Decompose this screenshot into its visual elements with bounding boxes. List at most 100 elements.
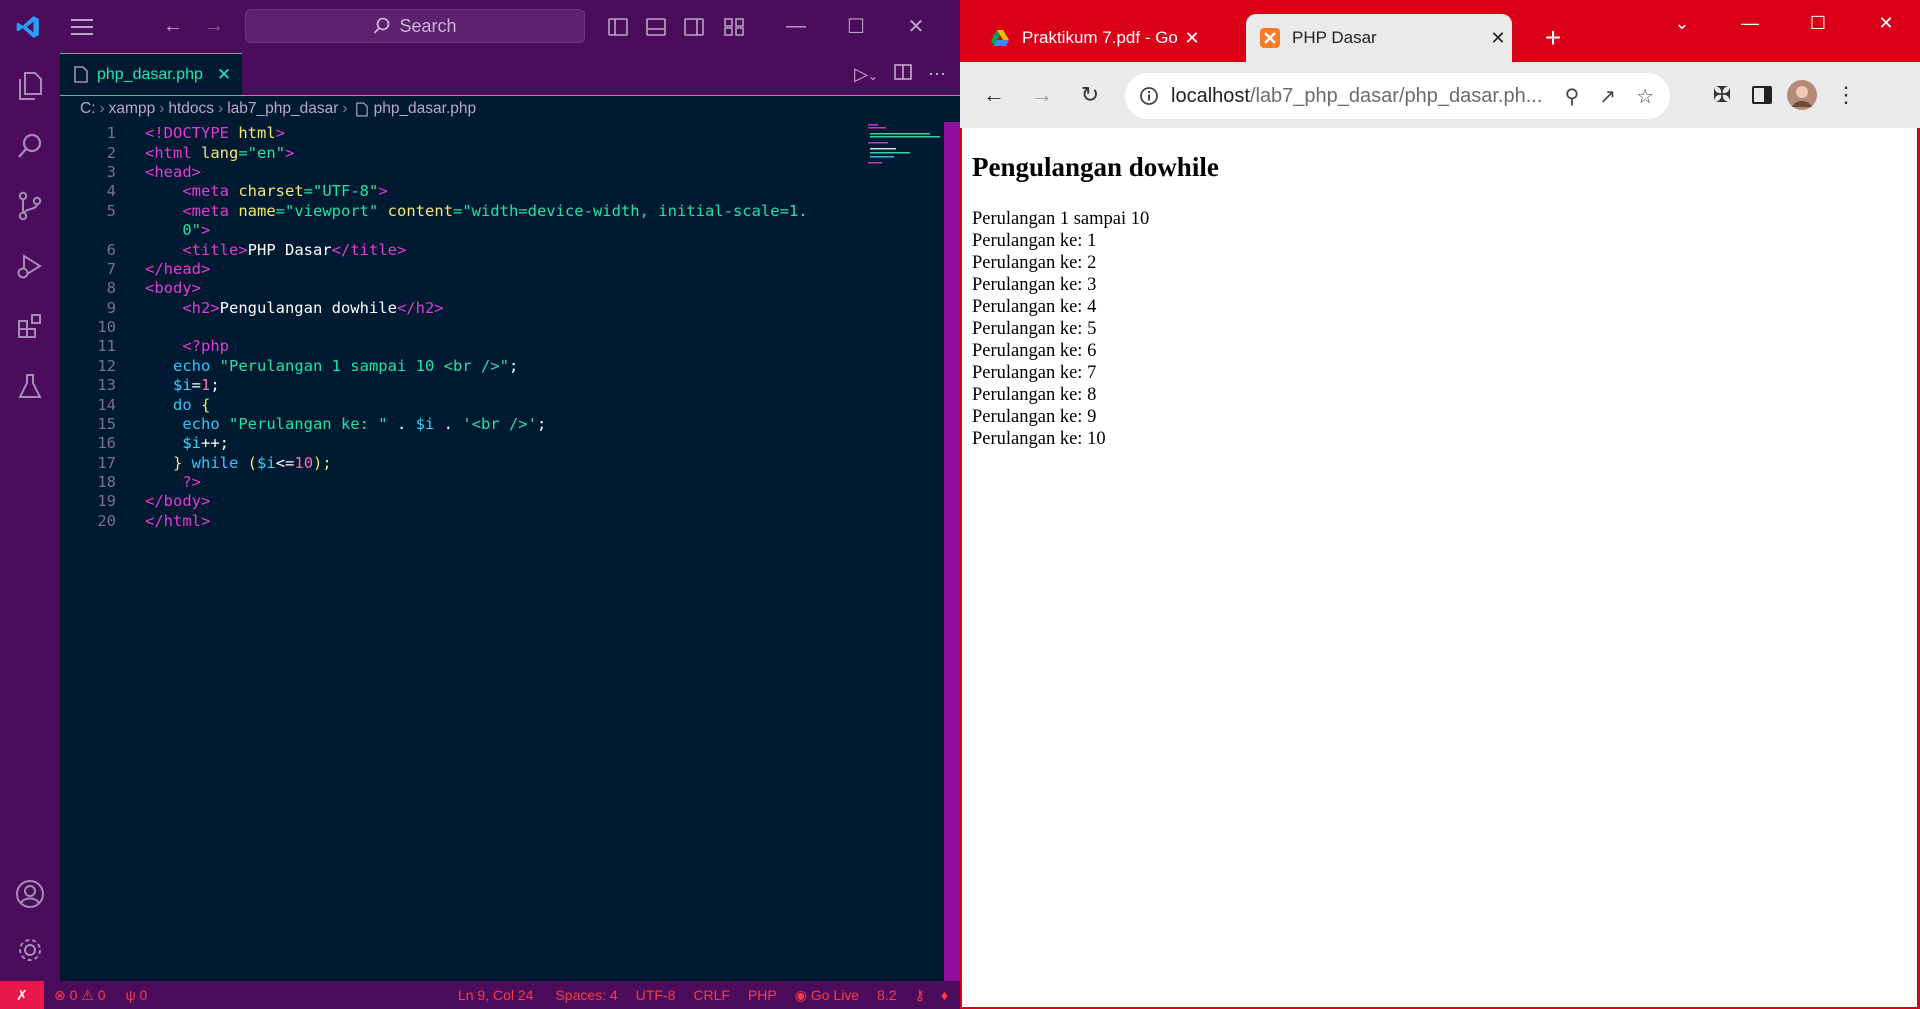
url-path: /lab7_php_dasar/php_dasar.ph... — [1249, 84, 1543, 107]
testing-icon[interactable] — [0, 361, 60, 411]
more-actions-icon[interactable]: ⋯ — [928, 64, 946, 85]
source-control-icon[interactable] — [0, 181, 60, 231]
output-line: Perulangan ke: 3 — [972, 275, 1097, 295]
language-mode[interactable]: PHP — [748, 987, 777, 1003]
status-bar: ✗ ⊗ 0 ⚠ 0 ψ 0 Ln 9, Col 24 Spaces: 4 UTF… — [0, 981, 960, 1009]
line-number: 11 — [97, 337, 116, 355]
line-number: 18 — [97, 473, 116, 491]
search-icon[interactable] — [0, 121, 60, 171]
go-live-button[interactable]: ◉ Go Live — [795, 987, 859, 1004]
code-line-wrapped: 0"> — [182, 221, 211, 239]
line-number: 12 — [97, 357, 116, 375]
chevron-right-icon: › — [159, 100, 165, 117]
tab-php-dasar[interactable]: php_dasar.php ✕ — [60, 53, 242, 95]
code-line: <html lang="en"> — [145, 144, 295, 162]
close-icon[interactable]: ✕ — [886, 0, 946, 53]
code-line: echo "Perulangan 1 sampai 10 <br />"; — [173, 357, 519, 375]
output-line: Perulangan ke: 2 — [972, 253, 1097, 273]
split-editor-icon[interactable] — [894, 63, 912, 85]
run-debug-icon[interactable] — [0, 241, 60, 291]
info-icon[interactable] — [1139, 86, 1159, 106]
forward-arrow-icon[interactable]: → — [196, 0, 232, 53]
new-tab-button[interactable]: + — [1535, 20, 1571, 56]
chevron-right-icon: › — [99, 100, 105, 117]
line-number: 10 — [97, 318, 116, 336]
notifications-icon[interactable]: ♦ — [941, 987, 948, 1003]
explorer-icon[interactable] — [0, 61, 60, 111]
forward-arrow-icon[interactable]: → — [1022, 75, 1062, 115]
side-panel-icon[interactable] — [1742, 75, 1782, 115]
maximize-icon[interactable]: ☐ — [1784, 0, 1852, 46]
key-icon[interactable]: ⚷ — [915, 987, 925, 1004]
extensions-puzzle-icon[interactable]: ✠ — [1702, 75, 1742, 115]
indentation[interactable]: Spaces: 4 — [555, 987, 617, 1003]
code-editor[interactable]: 1 2 3 4 5 6 7 8 9 10 11 12 13 14 15 16 1… — [60, 122, 960, 981]
browser-tab-drive[interactable]: Praktikum 7.pdf - Google Drive ✕ — [976, 14, 1206, 62]
extensions-icon[interactable] — [0, 301, 60, 351]
remote-indicator-icon[interactable]: ✗ — [0, 981, 44, 1009]
command-search-box[interactable]: Search — [245, 9, 585, 43]
page-heading: Pengulangan dowhile — [972, 152, 1219, 182]
minimize-icon[interactable]: — — [766, 0, 826, 53]
zoom-out-icon[interactable]: ⚲ — [1565, 84, 1580, 109]
settings-gear-icon[interactable] — [0, 925, 60, 975]
maximize-icon[interactable]: ☐ — [826, 0, 886, 53]
php-version[interactable]: 8.2 — [877, 987, 896, 1003]
code-line: <title>PHP Dasar</title> — [182, 241, 407, 259]
browser-toolbar: ← → ↻ localhost/lab7_php_dasar/php_dasar… — [960, 62, 1920, 128]
problems-indicator[interactable]: ⊗ 0 ⚠ 0 — [54, 987, 106, 1004]
bookmark-star-icon[interactable]: ☆ — [1636, 84, 1654, 109]
address-bar[interactable]: localhost/lab7_php_dasar/php_dasar.ph...… — [1125, 73, 1670, 119]
chrome-window: Praktikum 7.pdf - Google Drive ✕ PHP Das… — [960, 0, 1920, 1009]
file-icon — [74, 66, 88, 83]
chevron-right-icon: › — [342, 100, 348, 117]
output-line: Perulangan ke: 10 — [972, 429, 1106, 449]
close-icon[interactable]: ✕ — [1852, 0, 1920, 46]
line-number: 14 — [97, 396, 116, 414]
encoding[interactable]: UTF-8 — [636, 987, 676, 1003]
editor-actions: ▷⌄ ⋯ — [854, 53, 946, 95]
breadcrumb-file[interactable]: php_dasar.php — [374, 100, 477, 118]
back-arrow-icon[interactable]: ← — [155, 0, 191, 53]
more-menu-icon[interactable]: ⋮ — [1826, 75, 1866, 115]
ports-indicator[interactable]: ψ 0 — [126, 987, 148, 1003]
output-line: Perulangan ke: 6 — [972, 341, 1097, 361]
code-line: </body> — [145, 492, 211, 510]
breadcrumb-xampp[interactable]: xampp — [109, 100, 156, 118]
breadcrumb-folder[interactable]: lab7_php_dasar — [227, 100, 338, 118]
toggle-secondary-sidebar-icon[interactable] — [678, 0, 710, 53]
code-line: </head> — [145, 260, 211, 278]
run-icon[interactable]: ▷⌄ — [854, 64, 878, 85]
avatar[interactable] — [1782, 75, 1822, 115]
file-icon — [355, 102, 368, 116]
minimap[interactable] — [866, 122, 940, 172]
google-drive-icon — [991, 30, 1009, 46]
output-line: Perulangan ke: 7 — [972, 363, 1097, 383]
search-placeholder: Search — [399, 15, 457, 36]
tab-close-icon[interactable]: ✕ — [1178, 28, 1206, 49]
reload-icon[interactable]: ↻ — [1070, 75, 1110, 115]
editor-scrollbar-track[interactable] — [944, 122, 960, 981]
customize-layout-icon[interactable] — [718, 0, 750, 53]
line-number: 19 — [97, 492, 116, 510]
chevron-right-icon: › — [218, 100, 224, 117]
toggle-primary-sidebar-icon[interactable] — [602, 0, 634, 53]
share-icon[interactable]: ↗ — [1599, 84, 1616, 109]
accounts-icon[interactable] — [0, 869, 60, 919]
code-line: <body> — [145, 279, 201, 297]
tab-close-icon[interactable]: ✕ — [217, 65, 231, 85]
toggle-panel-icon[interactable] — [640, 0, 672, 53]
minimize-icon[interactable]: — — [1716, 0, 1784, 46]
browser-tab-php-dasar[interactable]: PHP Dasar ✕ — [1246, 14, 1512, 62]
tab-title: PHP Dasar — [1292, 28, 1377, 47]
breadcrumb-htdocs[interactable]: htdocs — [168, 100, 214, 118]
tab-close-icon[interactable]: ✕ — [1484, 28, 1512, 49]
cursor-position[interactable]: Ln 9, Col 24 — [458, 987, 534, 1003]
menu-icon[interactable] — [62, 0, 102, 53]
back-arrow-icon[interactable]: ← — [974, 75, 1014, 115]
eol[interactable]: CRLF — [693, 987, 730, 1003]
line-number: 15 — [97, 415, 116, 433]
tab-search-icon[interactable]: ⌄ — [1648, 0, 1716, 46]
breadcrumb-drive[interactable]: C: — [80, 100, 96, 118]
output-line: Perulangan ke: 8 — [972, 385, 1097, 405]
